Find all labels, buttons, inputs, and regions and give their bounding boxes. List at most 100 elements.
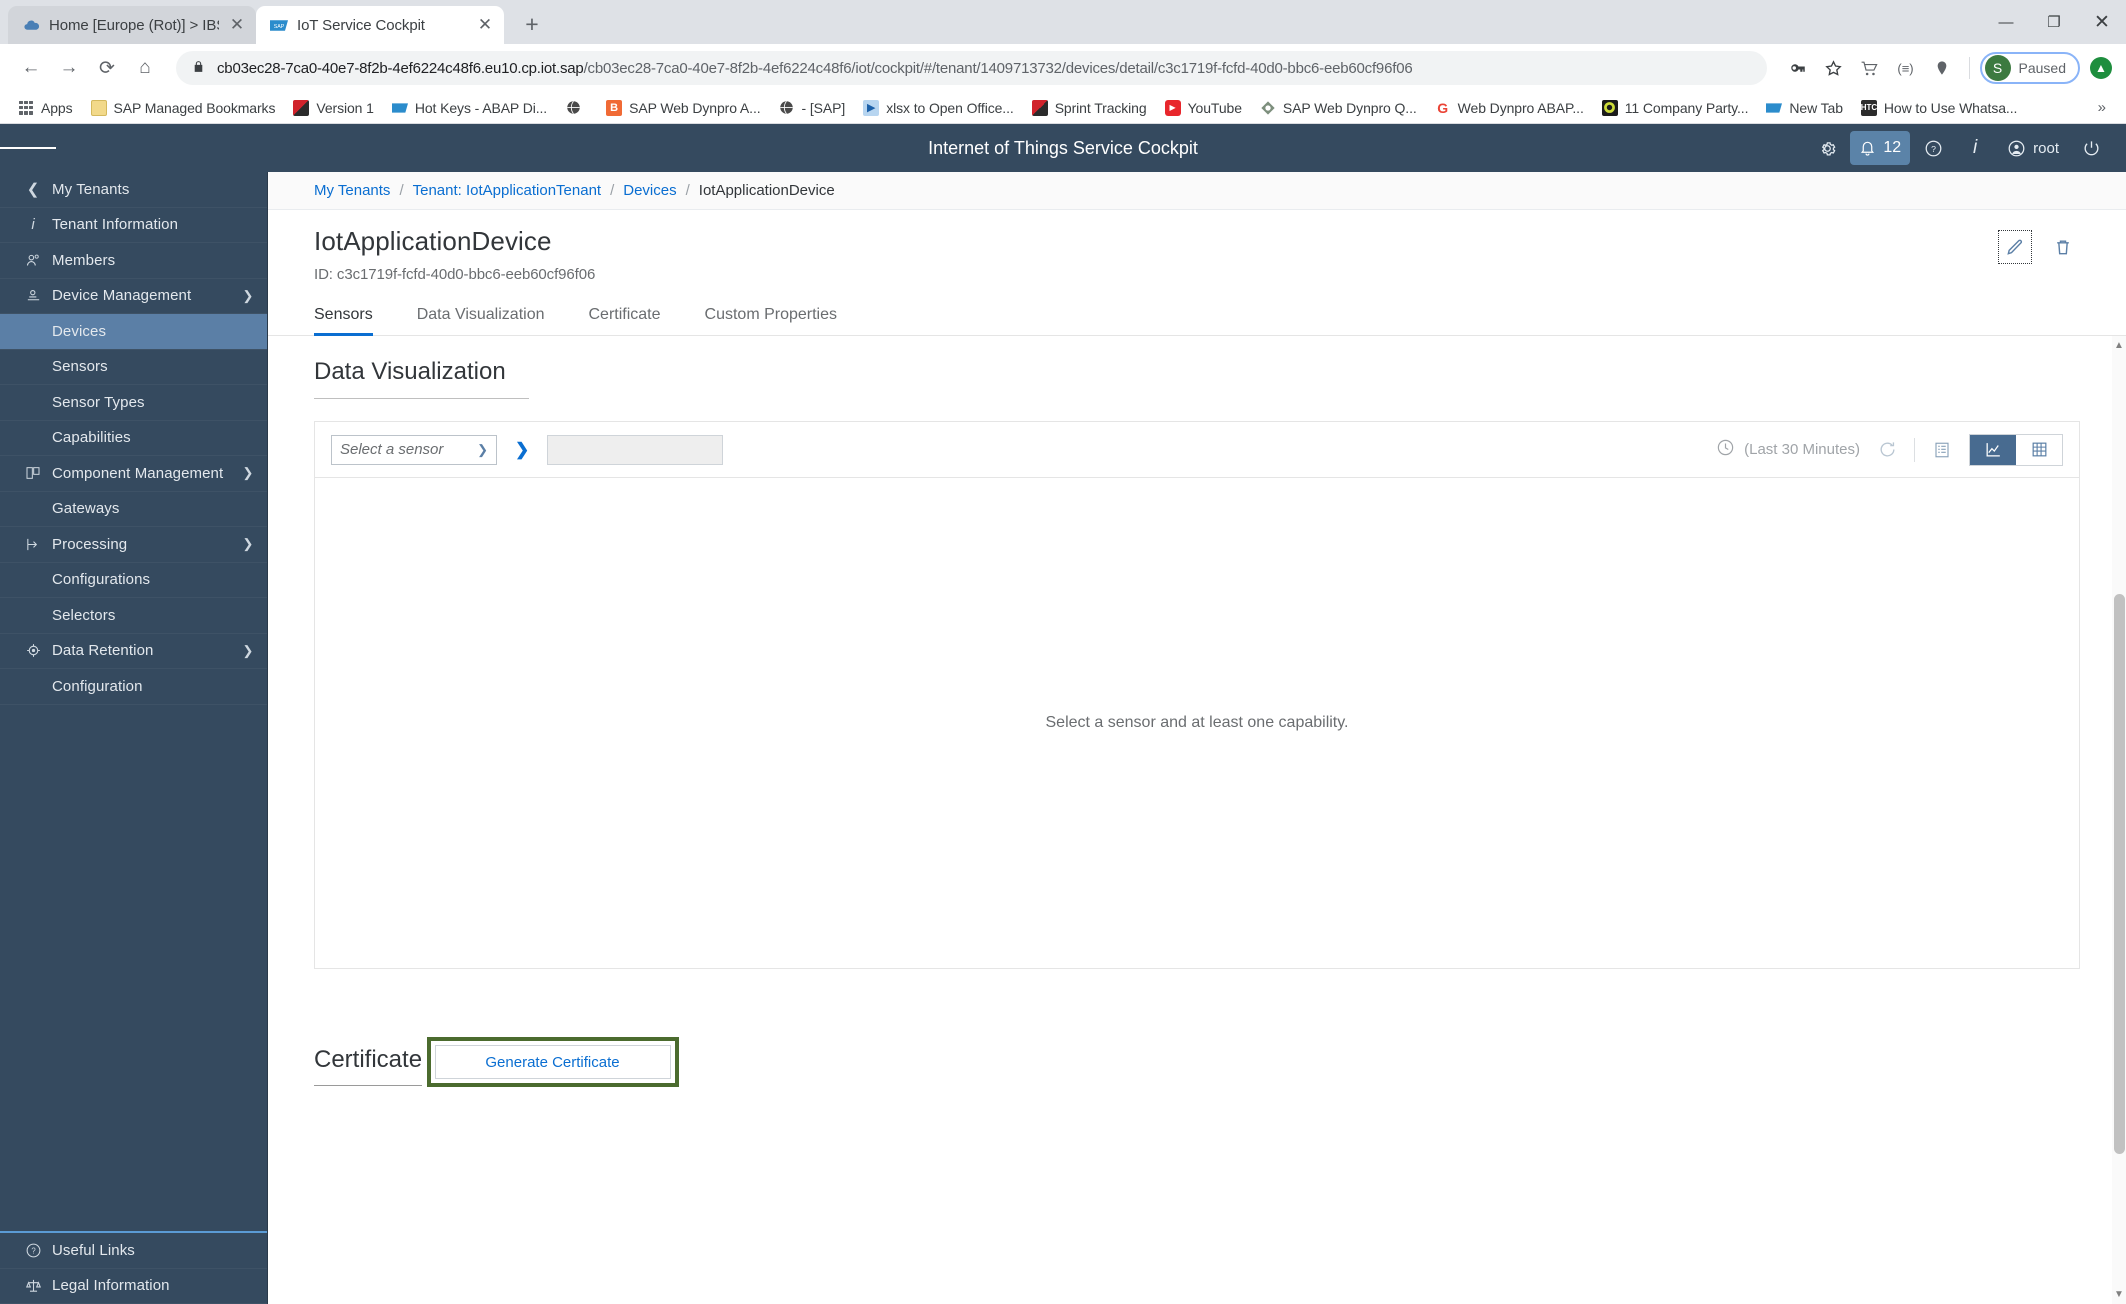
certificate-section: Certificate Generate Certificate	[268, 1023, 2126, 1087]
close-window-icon[interactable]: ✕	[2078, 0, 2126, 44]
sidebar-item-tenant-information[interactable]: i Tenant Information	[0, 208, 267, 243]
sidebar-item-legal-information[interactable]: Legal Information	[0, 1269, 267, 1304]
sidebar-item-gateways[interactable]: Gateways	[0, 492, 267, 527]
scrollbar-thumb[interactable]	[2114, 594, 2125, 1154]
key-icon[interactable]	[1781, 51, 1815, 85]
bookmark-globe-1[interactable]	[557, 96, 596, 120]
new-tab-button[interactable]: +	[514, 6, 550, 42]
sidebar-item-configurations[interactable]: Configurations	[0, 563, 267, 598]
bookmarks-overflow-button[interactable]: »	[2088, 99, 2116, 116]
bookmark-sprint-tracking[interactable]: Sprint Tracking	[1024, 96, 1155, 120]
content-scrollbar[interactable]: ▲ ▼	[2112, 336, 2126, 1304]
device-icon	[14, 287, 52, 304]
hamburger-icon[interactable]	[0, 144, 57, 152]
sidebar-item-selectors[interactable]: Selectors	[0, 598, 267, 634]
sidebar-item-members[interactable]: Members	[0, 243, 267, 279]
maximize-icon[interactable]: ❐	[2030, 0, 2078, 44]
bookmark-version-1[interactable]: Version 1	[285, 96, 381, 120]
sidebar-item-sensors[interactable]: Sensors	[0, 350, 267, 385]
chart-view-icon[interactable]	[1970, 434, 2016, 465]
chevron-down-icon[interactable]: ❯	[229, 465, 267, 481]
bookmark-web-dynpro-abap[interactable]: G Web Dynpro ABAP...	[1427, 96, 1592, 120]
sidebar-item-device-management[interactable]: Device Management ❯	[0, 279, 267, 314]
chevron-down-icon[interactable]: ❯	[477, 442, 488, 458]
browser-tab-1[interactable]: SAP IoT Service Cockpit ✕	[256, 6, 504, 44]
sidebar-item-capabilities[interactable]: Capabilities	[0, 421, 267, 456]
extension-icon[interactable]: (≡)	[1889, 51, 1923, 85]
scroll-down-arrow-icon[interactable]: ▼	[2112, 1289, 2126, 1300]
chevron-down-icon[interactable]: ❯	[229, 536, 267, 552]
breadcrumb-item-devices[interactable]: Devices	[623, 182, 676, 199]
bookmark-apps[interactable]: Apps	[10, 96, 81, 120]
bookmark-hot-keys[interactable]: Hot Keys - ABAP Di...	[384, 96, 555, 120]
forward-button[interactable]: →	[52, 51, 86, 85]
bookmark-how-to-whatsapp[interactable]: HTC How to Use Whatsa...	[1853, 96, 2025, 120]
bell-icon[interactable]: 12	[1850, 131, 1911, 165]
profile-chip[interactable]: S Paused	[1979, 52, 2080, 84]
breadcrumb-item-tenant[interactable]: Tenant: IotApplicationTenant	[413, 182, 601, 199]
location-pin-icon[interactable]	[1925, 51, 1959, 85]
back-button[interactable]: ←	[14, 51, 48, 85]
time-range-selector[interactable]: (Last 30 Minutes)	[1716, 438, 1860, 461]
section-title-certificate: Certificate	[314, 1046, 423, 1086]
bookmark-sap-web-dynpro-q[interactable]: SAP Web Dynpro Q...	[1252, 96, 1425, 120]
question-icon[interactable]: ?	[1914, 131, 1952, 165]
cart-icon[interactable]	[1853, 51, 1887, 85]
tab-data-visualization[interactable]: Data Visualization	[417, 299, 567, 335]
sidebar-item-devices[interactable]: Devices	[0, 314, 267, 350]
trash-icon[interactable]	[2046, 230, 2080, 264]
browser-tab-0[interactable]: Home [Europe (Rot)] > IBSO-ATC ✕	[8, 6, 256, 44]
sensor-select[interactable]: Select a sensor ❯	[331, 434, 497, 465]
pencil-icon[interactable]	[1998, 230, 2032, 264]
chevron-down-icon[interactable]: ❯	[229, 288, 267, 304]
sidebar-item-data-retention[interactable]: Data Retention ❯	[0, 634, 267, 669]
sidebar-item-processing[interactable]: Processing ❯	[0, 527, 267, 563]
bookmark-sap-globe[interactable]: - [SAP]	[771, 96, 854, 120]
close-icon[interactable]: ✕	[228, 15, 246, 35]
table-view-icon[interactable]	[2016, 434, 2062, 465]
chevron-down-icon[interactable]: ❯	[229, 643, 267, 659]
user-icon[interactable]: root	[1998, 131, 2068, 165]
app-body: ❮ My Tenants i Tenant Information Member…	[0, 172, 2126, 1304]
sidebar-item-useful-links[interactable]: ? Useful Links	[0, 1233, 267, 1269]
bookmark-label: 11 Company Party...	[1624, 99, 1749, 116]
sidebar-item-configuration[interactable]: Configuration	[0, 669, 267, 705]
sidebar: ❮ My Tenants i Tenant Information Member…	[0, 172, 268, 1304]
app-viewport: Internet of Things Service Cockpit 12 ? …	[0, 124, 2126, 1304]
address-bar[interactable]: cb03ec28-7ca0-40e7-8f2b-4ef6224c48f6.eu1…	[176, 51, 1767, 85]
star-icon[interactable]	[1817, 51, 1851, 85]
scroll-up-arrow-icon[interactable]: ▲	[2112, 340, 2126, 351]
app-header-actions: 12 ? i root	[1808, 131, 2126, 165]
bookmark-sap-managed[interactable]: SAP Managed Bookmarks	[83, 96, 284, 120]
list-view-icon[interactable]	[1925, 435, 1959, 465]
bookmark-company-party[interactable]: 11 Company Party...	[1594, 96, 1757, 120]
sidebar-item-component-management[interactable]: Component Management ❯	[0, 456, 267, 492]
sidebar-item-sensor-types[interactable]: Sensor Types	[0, 385, 267, 421]
minimize-icon[interactable]: —	[1982, 0, 2030, 44]
update-arrow-icon[interactable]: ▲	[2090, 57, 2112, 79]
home-button[interactable]: ⌂	[128, 51, 162, 85]
bookmark-new-tab[interactable]: New Tab	[1758, 96, 1851, 120]
info-icon[interactable]: i	[1956, 131, 1994, 165]
bookmark-xlsx[interactable]: ▶ xlsx to Open Office...	[855, 96, 1022, 120]
toolbar-divider	[1968, 57, 1970, 79]
sidebar-item-my-tenants[interactable]: ❮ My Tenants	[0, 172, 267, 208]
tab-certificate[interactable]: Certificate	[588, 299, 682, 335]
gear-icon[interactable]	[1808, 131, 1846, 165]
tab-sensors[interactable]: Sensors	[314, 299, 395, 336]
retention-icon	[14, 642, 52, 659]
tab-custom-properties[interactable]: Custom Properties	[705, 299, 860, 335]
bookmark-youtube[interactable]: ▶ YouTube	[1157, 96, 1250, 120]
select-capability-arrow-icon[interactable]: ❯	[509, 440, 535, 460]
capability-field[interactable]	[547, 434, 724, 465]
bookmark-sap-web-dynpro-a[interactable]: B SAP Web Dynpro A...	[598, 96, 768, 120]
power-icon[interactable]	[2072, 131, 2110, 165]
breadcrumb-item-my-tenants[interactable]: My Tenants	[314, 182, 390, 199]
sidebar-item-label: Component Management	[52, 464, 224, 482]
reload-button[interactable]: ⟳	[90, 51, 124, 85]
close-icon[interactable]: ✕	[476, 15, 494, 35]
generate-certificate-button[interactable]: Generate Certificate	[434, 1045, 671, 1079]
browser-tab-title: IoT Service Cockpit	[297, 16, 425, 34]
refresh-icon[interactable]	[1870, 435, 1904, 465]
